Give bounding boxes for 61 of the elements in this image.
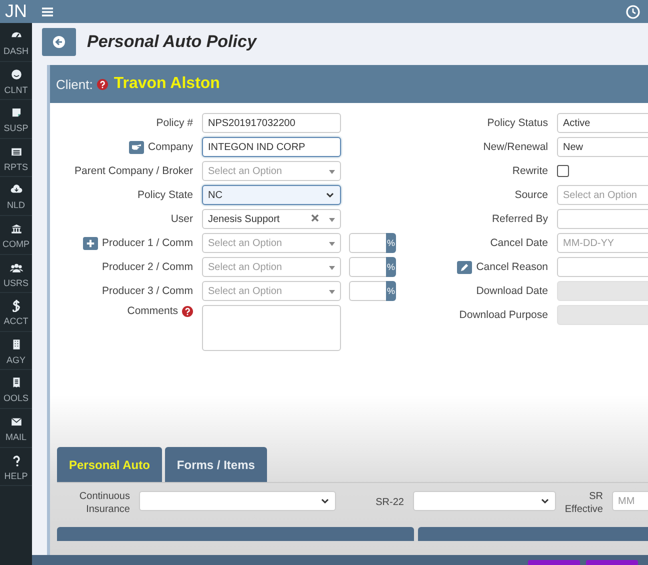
text-field[interactable]: Active [557, 113, 648, 133]
hand-icon[interactable] [129, 140, 144, 154]
field-label: Producer 1 / Comm [102, 237, 193, 249]
nav-icon [10, 299, 22, 312]
nav-icon [10, 68, 22, 81]
back-button[interactable] [42, 28, 76, 56]
menu-icon[interactable] [42, 6, 53, 16]
percent-addon: % [386, 281, 396, 301]
chevron-icon [325, 190, 335, 200]
field-label: Cancel Reason [476, 261, 548, 273]
field-label: Policy Status [487, 117, 548, 129]
field-label: User [170, 213, 193, 225]
commission-field[interactable] [349, 257, 386, 277]
tab[interactable]: Forms / Items [164, 447, 267, 482]
field-label: Comments [127, 305, 178, 317]
help-icon[interactable] [96, 78, 108, 90]
field-label: Company [148, 141, 193, 153]
status-tag [528, 560, 580, 565]
nav-icon [10, 222, 22, 235]
commission-field[interactable] [349, 233, 386, 253]
client-label: Client: [56, 76, 93, 92]
dropdown-field[interactable] [139, 491, 336, 511]
text-field[interactable]: INTEGON IND CORP [202, 137, 341, 157]
field-label: Referred By [492, 213, 548, 225]
nav-icon [10, 106, 22, 120]
field-label: Policy # [156, 117, 193, 129]
page-title: Personal Auto Policy [87, 32, 256, 52]
field-label: New/Renewal [483, 141, 548, 153]
percent-addon: % [386, 257, 396, 277]
tab[interactable]: Personal Auto [57, 447, 162, 482]
select-field[interactable]: Jenesis Support [202, 209, 341, 229]
arrow-icon [53, 36, 65, 48]
text-field[interactable]: NPS201917032200 [202, 113, 341, 133]
field-label: Cancel Date [490, 237, 548, 249]
checkbox[interactable] [557, 165, 569, 177]
pencil-icon[interactable] [457, 260, 472, 274]
field-label: Source [514, 189, 548, 201]
field-label: Continuous Insurance [78, 490, 130, 516]
chevron-icon [320, 496, 330, 506]
field-label: SR Effective [564, 490, 603, 516]
commission-field[interactable] [349, 281, 386, 301]
dropdown-field[interactable] [413, 491, 556, 511]
comments-field[interactable] [202, 305, 341, 351]
text-field[interactable]: New [557, 137, 648, 157]
brand-logo[interactable]: JN [0, 0, 32, 23]
field-label: Producer 2 / Comm [102, 261, 193, 273]
help-icon[interactable] [182, 306, 193, 316]
client-name[interactable]: Travon Alston [114, 75, 220, 93]
field-label: Rewrite [512, 165, 548, 177]
percent-addon: % [386, 233, 396, 253]
field-label: Download Purpose [459, 309, 548, 321]
field-label: Download Date [476, 285, 548, 297]
field-label: Producer 3 / Comm [102, 285, 193, 297]
field-label: SR-22 [376, 496, 404, 509]
dropdown-field[interactable]: NC [202, 185, 341, 205]
field-label: Policy State [138, 189, 193, 201]
chevron-icon [540, 496, 550, 506]
plus-icon[interactable] [82, 236, 98, 250]
status-tag [586, 560, 638, 565]
clock-icon[interactable] [626, 4, 640, 18]
field-label: Parent Company / Broker [74, 165, 193, 177]
